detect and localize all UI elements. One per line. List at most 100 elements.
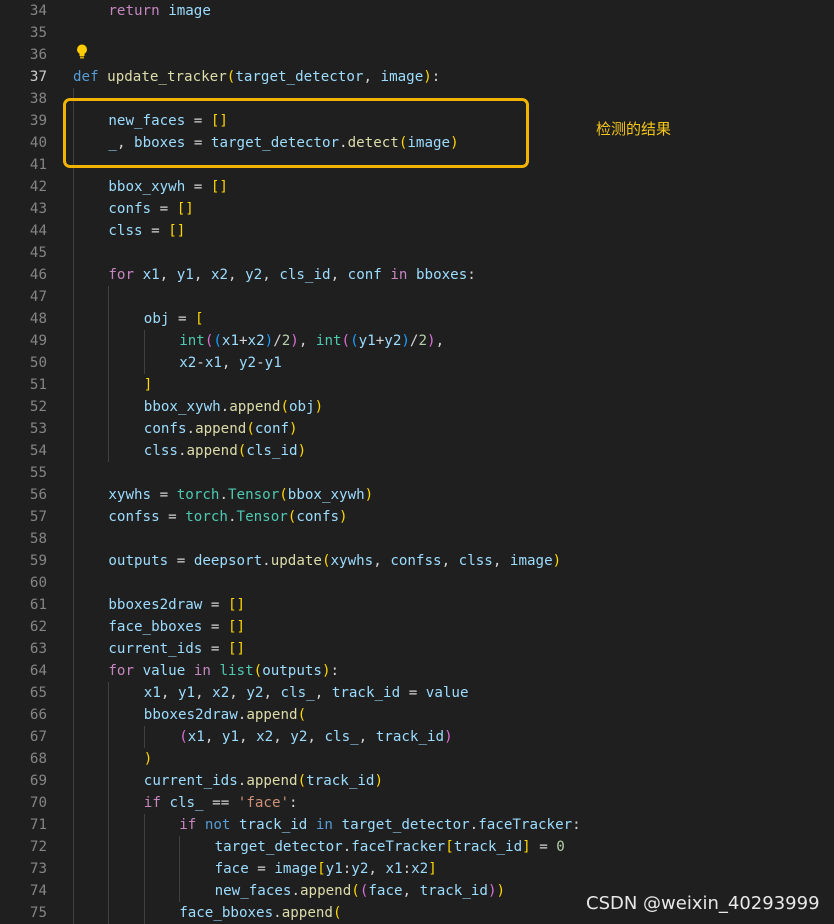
line-number: 49: [29, 333, 47, 349]
code-line[interactable]: 71 if not track_id in target_detector.fac…: [0, 814, 834, 836]
code-token: update_tracker: [107, 69, 227, 85]
code-token: append: [186, 443, 238, 459]
code-token: 2: [281, 333, 291, 349]
code-token: faceTracker: [351, 839, 446, 855]
code-token: ,: [239, 729, 257, 745]
code-token: in: [390, 267, 408, 283]
code-token: []: [227, 641, 246, 657]
code-line[interactable]: 73 face = image[y1:y2, x1:x2]: [0, 858, 834, 880]
line-number: 56: [29, 487, 47, 503]
line-number: 53: [29, 421, 47, 437]
code-token: (: [341, 333, 351, 349]
code-line[interactable]: 61 bboxes2draw = []: [0, 594, 834, 616]
code-line[interactable]: 64 for value in list(outputs):: [0, 660, 834, 682]
code-editor[interactable]: 34 return image 35 36 37 def update_tracker(t…: [0, 0, 834, 924]
code-token: value: [425, 685, 469, 701]
code-token: (: [350, 333, 359, 349]
indent-guide: [143, 814, 145, 924]
code-token: append: [246, 773, 298, 789]
code-line[interactable]: 60: [0, 572, 834, 594]
code-token: x1: [204, 355, 222, 371]
code-line[interactable]: 45: [0, 242, 834, 264]
code-token: =: [400, 685, 426, 701]
code-line[interactable]: 44 clss = []: [0, 220, 834, 242]
code-token: conf: [254, 421, 290, 437]
code-text: current_ids.append(track_id): [144, 770, 383, 792]
line-number: 55: [29, 465, 47, 481]
code-token: ): [290, 333, 299, 349]
code-token: Tensor: [236, 509, 288, 525]
code-line[interactable]: 59 outputs = deepsort.update(xywhs, confs…: [0, 550, 834, 572]
code-line[interactable]: 47: [0, 286, 834, 308]
code-line[interactable]: 37 def update_tracker(target_detector, im…: [0, 66, 834, 88]
code-token: bboxes2draw: [143, 707, 238, 723]
line-number: 75: [29, 905, 47, 921]
code-token: -: [196, 355, 205, 371]
code-line[interactable]: 56 xywhs = torch.Tensor(bbox_xywh): [0, 484, 834, 506]
code-line[interactable]: 69 current_ids.append(track_id): [0, 770, 834, 792]
code-line[interactable]: 46 for x1, y1, x2, y2, cls_id, conf in bb…: [0, 264, 834, 286]
code-text: xywhs = torch.Tensor(bbox_xywh): [108, 484, 373, 506]
code-line[interactable]: 68): [0, 748, 834, 770]
code-line[interactable]: 50 x2-x1, y2-y1: [0, 352, 834, 374]
code-line[interactable]: 35: [0, 22, 834, 44]
line-number: 60: [29, 575, 47, 591]
code-text: confs = []: [108, 198, 193, 220]
code-line[interactable]: 63 current_ids = []: [0, 638, 834, 660]
code-token: current_ids: [108, 641, 203, 657]
code-line[interactable]: 65 x1, y1, x2, y2, cls_, track_id = value: [0, 682, 834, 704]
code-token: .: [342, 839, 352, 855]
code-line[interactable]: 43 confs = []: [0, 198, 834, 220]
code-line[interactable]: 67 (x1, y1, x2, y2, cls_, track_id): [0, 726, 834, 748]
code-text: outputs = deepsort.update(xywhs, confss,…: [108, 550, 561, 572]
code-token: face: [214, 861, 249, 877]
code-token: +: [375, 333, 385, 349]
code-token: [: [445, 839, 454, 855]
code-line[interactable]: 49 int((x1+x2)/2), int((y1+y2)/2),: [0, 330, 834, 352]
code-text: new_faces.append((face, track_id)): [215, 880, 505, 902]
code-token: confs: [296, 509, 340, 525]
code-token: =: [168, 553, 194, 569]
code-line[interactable]: 66 bboxes2draw.append(: [0, 704, 834, 726]
code-line[interactable]: 34 return image: [0, 0, 834, 22]
code-line[interactable]: 54 clss.append(cls_id): [0, 440, 834, 462]
code-token: [: [195, 311, 204, 327]
code-token: (: [297, 707, 307, 723]
lightbulb-icon[interactable]: [76, 44, 88, 60]
line-number: 47: [29, 289, 47, 305]
code-line[interactable]: 51]: [0, 374, 834, 396]
code-line[interactable]: 70 if cls_ == 'face':: [0, 792, 834, 814]
code-line[interactable]: 57 confss = torch.Tensor(confs): [0, 506, 834, 528]
line-number: 61: [29, 597, 47, 613]
code-token: ,: [204, 729, 222, 745]
code-token: ): [423, 69, 432, 85]
code-text: for value in list(outputs):: [108, 660, 339, 682]
code-line[interactable]: 62 face_bboxes = []: [0, 616, 834, 638]
code-token: image: [274, 861, 318, 877]
code-token: y1: [264, 355, 282, 371]
code-line[interactable]: 42 bbox_xywh = []: [0, 176, 834, 198]
code-token: =: [142, 223, 169, 239]
code-text: obj = [: [144, 308, 204, 330]
code-token: cls_id: [246, 443, 298, 459]
code-line[interactable]: 58: [0, 528, 834, 550]
code-token: ,: [402, 883, 420, 899]
code-line[interactable]: 72 target_detector.faceTracker[track_id] …: [0, 836, 834, 858]
indent-guide: [179, 836, 181, 902]
line-number: 54: [29, 443, 47, 459]
code-line[interactable]: 52 bbox_xywh.append(obj): [0, 396, 834, 418]
code-line[interactable]: 48 obj = [: [0, 308, 834, 330]
code-token: ==: [203, 795, 238, 811]
line-number: 40: [29, 135, 47, 151]
code-text: clss.append(cls_id): [144, 440, 306, 462]
code-token: =: [248, 861, 275, 877]
code-line[interactable]: 53 confs.append(conf): [0, 418, 834, 440]
code-token: obj: [143, 311, 170, 327]
code-line[interactable]: 36: [0, 44, 834, 66]
code-token: target_detector: [214, 839, 343, 855]
code-line[interactable]: 55: [0, 462, 834, 484]
